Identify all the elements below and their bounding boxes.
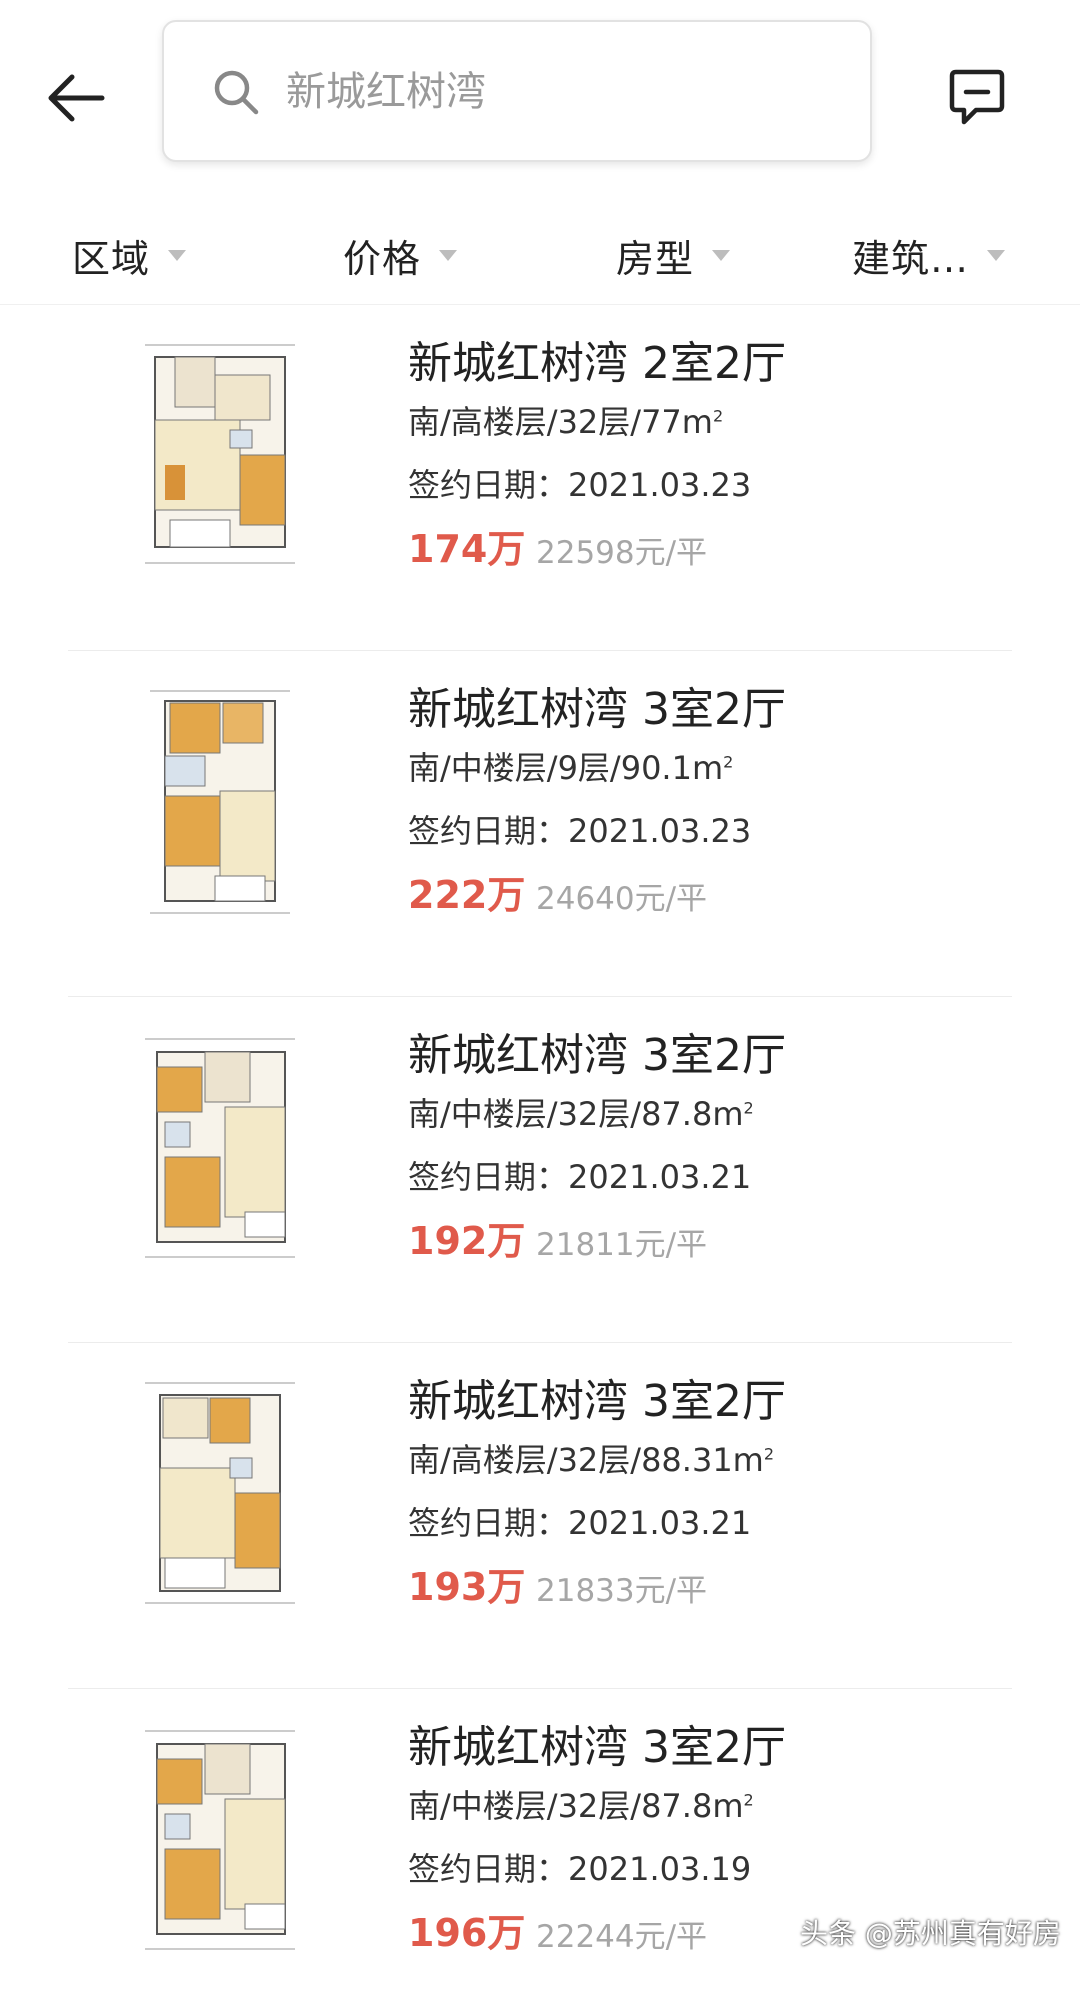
area-superscript: 2 xyxy=(763,1444,775,1464)
listing-price: 222万 xyxy=(408,873,526,917)
listing-detail: 南/中楼层/32层/87.8m2 xyxy=(408,1089,754,1135)
message-button[interactable] xyxy=(946,66,1008,128)
area-superscript: 2 xyxy=(743,1098,754,1118)
watermark-text: 头条 @苏州真有好房 xyxy=(800,1917,1061,1950)
listing-date: 签约日期：2021.03.23 xyxy=(408,812,752,850)
area-superscript: 2 xyxy=(743,1790,754,1810)
area-superscript: 2 xyxy=(723,752,734,772)
message-icon xyxy=(949,69,1005,125)
listing-date: 签约日期：2021.03.23 xyxy=(408,466,752,504)
detail-text: 南/中楼层/32层/87.8m xyxy=(408,1787,744,1825)
filter-area-label: 区域 xyxy=(72,236,151,281)
area-superscript: 2 xyxy=(712,406,724,426)
listing-title: 新城红树湾 3室2厅 xyxy=(408,1376,786,1427)
detail-text: 南/中楼层/32层/87.8m xyxy=(408,1095,744,1133)
caret-down-icon xyxy=(439,249,458,261)
filter-building-label: 建筑… xyxy=(852,236,970,281)
detail-text: 南/高楼层/32层/77m xyxy=(408,403,713,441)
listing-price: 193万 xyxy=(408,1565,526,1609)
listing-unit-price: 22598元/平 xyxy=(536,535,708,571)
filter-price-label: 价格 xyxy=(343,236,422,281)
filter-price[interactable]: 价格 xyxy=(343,227,458,283)
back-button[interactable] xyxy=(40,62,112,134)
listing-item[interactable]: 新城红树湾 3室2厅 南/中楼层/9层/90.1m2 签约日期：2021.03.… xyxy=(0,651,1080,997)
listing-item[interactable]: 新城红树湾 3室2厅 南/中楼层/32层/87.8m2 签约日期：2021.03… xyxy=(0,1689,1080,2003)
search-box[interactable] xyxy=(162,20,872,162)
listing-title: 新城红树湾 3室2厅 xyxy=(408,1030,786,1081)
listing-item[interactable]: 新城红树湾 3室2厅 南/高楼层/32层/88.31m2 签约日期：2021.0… xyxy=(0,1343,1080,1689)
listing-price: 192万 xyxy=(408,1219,526,1263)
listing-detail: 南/高楼层/32层/77m2 xyxy=(408,397,723,443)
listing-date: 签约日期：2021.03.21 xyxy=(408,1158,752,1196)
filter-layout-label: 房型 xyxy=(616,236,695,281)
listing-unit-price: 21811元/平 xyxy=(536,1227,708,1263)
caret-down-icon xyxy=(712,249,731,261)
listing-unit-price: 21833元/平 xyxy=(536,1573,708,1609)
listing-item[interactable]: 新城红树湾 3室2厅 南/中楼层/32层/87.8m2 签约日期：2021.03… xyxy=(0,997,1080,1343)
listing-item[interactable]: 新城红树湾 2室2厅 南/高楼层/32层/77m2 签约日期：2021.03.2… xyxy=(0,305,1080,651)
listing-detail: 南/高楼层/32层/88.31m2 xyxy=(408,1435,774,1481)
caret-down-icon xyxy=(168,249,187,261)
caret-down-icon xyxy=(987,249,1006,261)
listing-date: 签约日期：2021.03.19 xyxy=(408,1850,752,1888)
listing-unit-price: 22244元/平 xyxy=(536,1919,708,1955)
detail-text: 南/高楼层/32层/88.31m xyxy=(408,1441,764,1479)
floor-plan-image xyxy=(150,690,290,914)
top-bar xyxy=(0,0,1080,180)
listing-price: 174万 xyxy=(408,527,526,571)
filter-bar: 区域 价格 房型 建筑… xyxy=(0,205,1080,305)
floor-plan-image xyxy=(145,1038,295,1258)
listing-title: 新城红树湾 3室2厅 xyxy=(408,1722,786,1773)
listing-detail: 南/中楼层/9层/90.1m2 xyxy=(408,743,733,789)
filter-area[interactable]: 区域 xyxy=(72,227,187,283)
listing-detail: 南/中楼层/32层/87.8m2 xyxy=(408,1781,754,1827)
detail-text: 南/中楼层/9层/90.1m xyxy=(408,749,724,787)
listing-price: 196万 xyxy=(408,1911,526,1955)
search-input[interactable] xyxy=(286,62,826,122)
listing-title: 新城红树湾 2室2厅 xyxy=(408,338,786,389)
floor-plan-image xyxy=(145,344,295,564)
listing-unit-price: 24640元/平 xyxy=(536,881,708,917)
arrow-left-icon xyxy=(48,74,105,122)
search-icon xyxy=(214,70,259,115)
filter-building[interactable]: 建筑… xyxy=(852,227,1006,283)
floor-plan-image xyxy=(145,1382,295,1604)
listing-title: 新城红树湾 3室2厅 xyxy=(408,684,786,735)
floor-plan-image xyxy=(145,1730,295,1950)
listing-date: 签约日期：2021.03.21 xyxy=(408,1504,752,1542)
filter-layout[interactable]: 房型 xyxy=(616,227,731,283)
